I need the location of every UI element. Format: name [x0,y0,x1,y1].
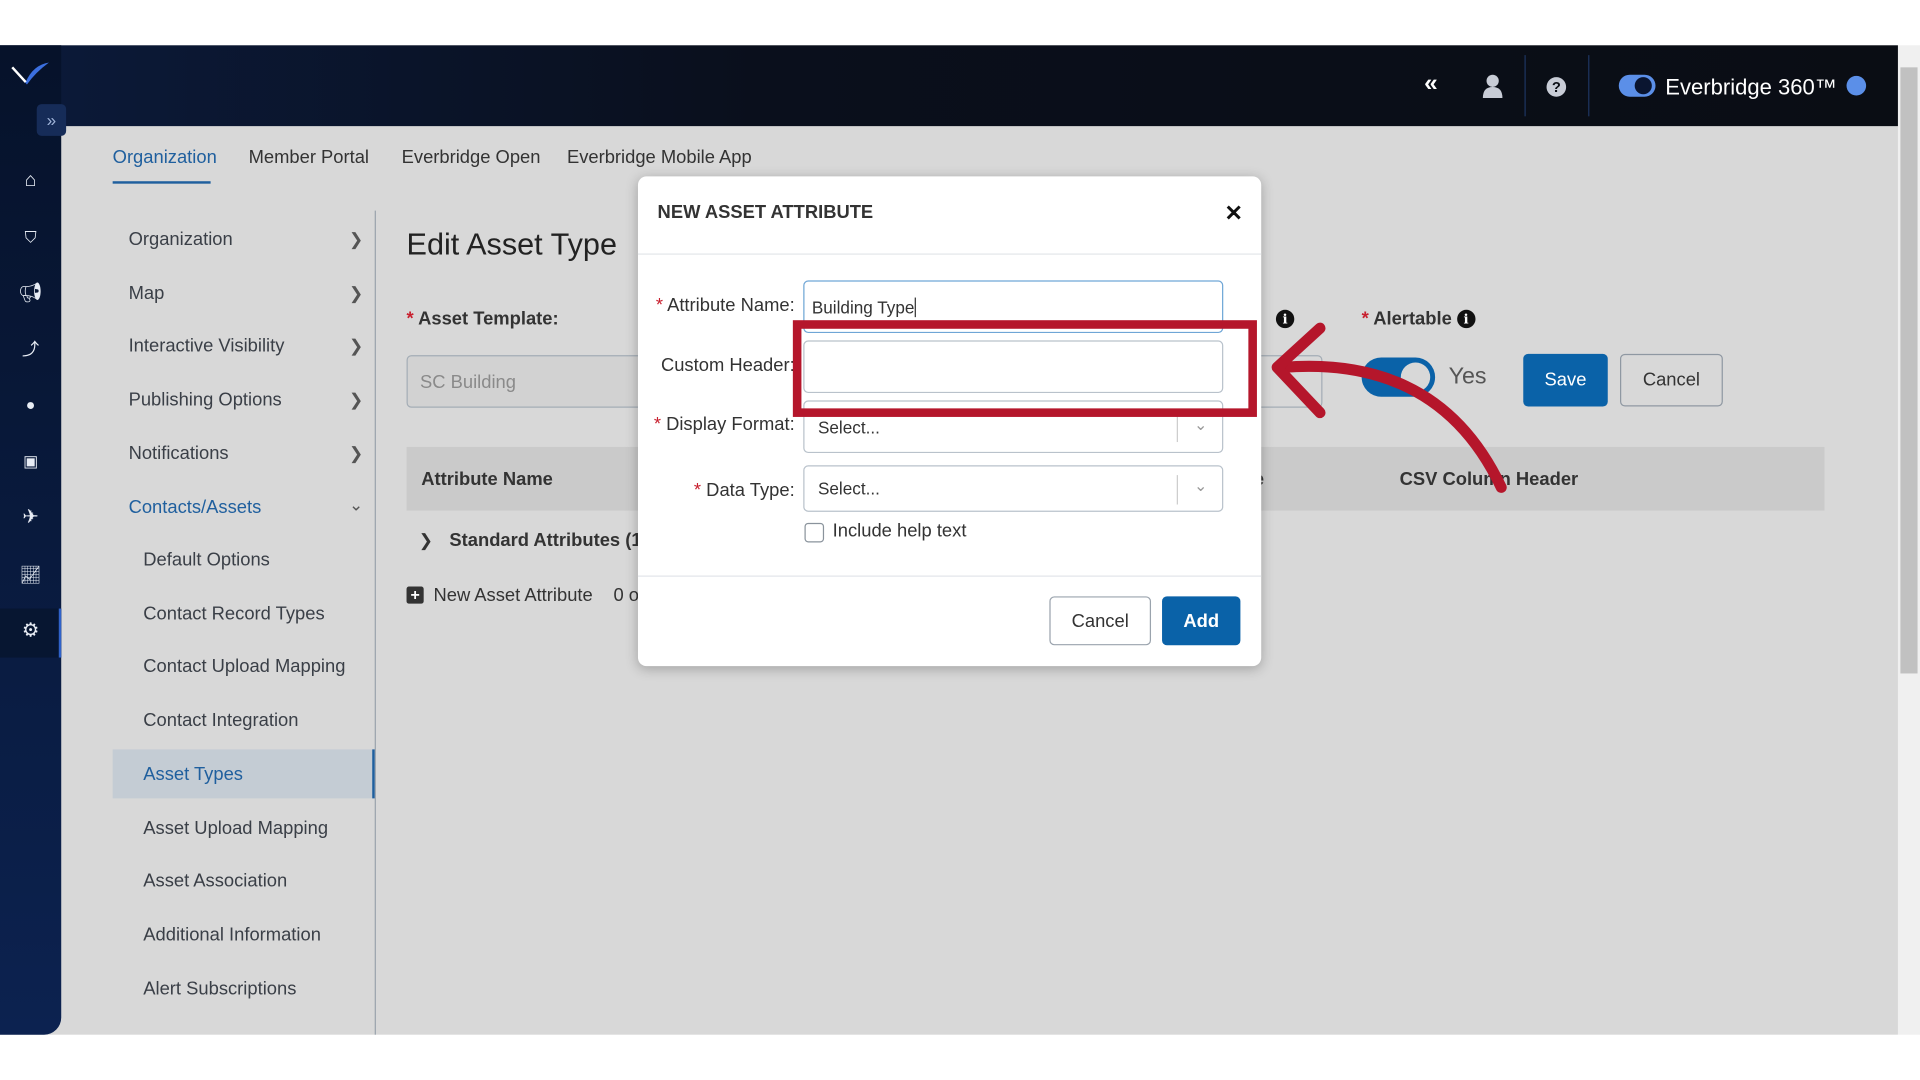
nav-additional-information[interactable]: Additional Information [143,924,321,945]
asset-template-label: Asset Template: [418,308,559,330]
nav-default-options[interactable]: Default Options [143,550,270,571]
standard-attributes-group[interactable]: Standard Attributes (16 [449,530,651,551]
chat-icon[interactable] [1846,75,1867,96]
data-type-label: Data Type: [706,480,795,501]
help-icon[interactable]: ? [1546,77,1567,97]
expand-icon[interactable]: ❯ [419,530,433,551]
map-icon[interactable]: ⛉ [16,225,45,249]
report-icon[interactable]: ▣ [16,449,45,473]
settings-icon[interactable]: ⚙ [16,620,45,644]
home-icon[interactable]: ⌂ [16,169,45,193]
everbridge-logo[interactable] [11,58,50,87]
new-asset-attribute-link[interactable]: New Asset Attribute [433,585,592,606]
col-csv-column-header: CSV Column Header [1399,468,1579,490]
asset-template-input[interactable]: SC Building [406,355,652,408]
nav-alert-subscriptions[interactable]: Alert Subscriptions [143,978,296,999]
save-button[interactable]: Save [1523,353,1608,407]
attribute-name-label: Attribute Name: [667,295,795,316]
display-format-label: Display Format: [666,413,795,435]
nav-map[interactable]: Map [129,283,165,304]
nav-contact-record-types[interactable]: Contact Record Types [143,604,324,625]
alertable-info-icon[interactable]: i [1456,309,1476,329]
alertable-toggle[interactable] [1361,357,1436,397]
help-text-label[interactable]: Include help text [833,520,967,541]
alertable-value: Yes [1448,363,1487,390]
nav-publishing-options[interactable]: Publishing Options [129,389,282,410]
plus-icon[interactable]: + [406,586,424,604]
display-format-value: Select... [817,416,880,437]
chevron-down-icon: ⌄ [1193,415,1208,434]
attribute-name-value: Building Type [811,296,915,317]
screen: « ? Everbridge 360™ » ⌂ ⛉ 📢︎ ⤴ ● ▣ ✈ 📈︎ … [0,0,1920,1080]
megaphone-icon[interactable]: 📢︎ [16,282,45,306]
data-type-value: Select... [817,478,880,499]
expand-sidebar-button[interactable]: » [36,104,67,136]
nav-contact-integration[interactable]: Contact Integration [143,710,298,731]
alertable-label: Alertable [1373,308,1452,330]
cancel-button[interactable]: Cancel [1620,353,1723,407]
custom-header-label: Custom Header: [660,355,795,376]
help-text-checkbox[interactable] [804,522,825,543]
info-icon[interactable]: i [1275,309,1295,329]
custom-header-input[interactable] [803,340,1224,394]
location-icon[interactable]: ● [16,393,45,417]
user-icon[interactable] [1482,73,1504,98]
modal-cancel-button[interactable]: Cancel [1049,596,1152,646]
nav-asset-association[interactable]: Asset Association [143,871,287,892]
attribute-name-input[interactable]: Building Type [803,280,1224,334]
nav-contacts-assets[interactable]: Contacts/Assets [129,497,262,518]
nav-asset-upload-mapping[interactable]: Asset Upload Mapping [143,818,328,839]
travel-icon[interactable]: ✈ [16,506,45,530]
brand-label: Everbridge 360™ [1665,74,1837,100]
chevron-down-icon: ⌄ [1193,476,1208,495]
page-title: Edit Asset Type [406,227,617,263]
count-text: 0 o [613,585,640,607]
new-asset-attribute-modal: NEW ASSET ATTRIBUTE ✕ * Attribute Name: … [637,176,1262,667]
top-header: « ? Everbridge 360™ [0,45,1898,127]
nav-notifications[interactable]: Notifications [129,443,229,464]
nav-interactive-visibility[interactable]: Interactive Visibility [129,336,285,357]
close-icon[interactable]: ✕ [1224,201,1242,227]
tab-everbridge-open[interactable]: Everbridge Open [402,147,541,168]
scrollbar-thumb[interactable] [1900,67,1918,674]
nav-asset-types[interactable]: Asset Types [143,764,243,785]
route-icon[interactable]: ⤴ [16,337,45,361]
display-format-select[interactable]: Select... ⌄ [803,400,1224,454]
sidebar: » ⌂ ⛉ 📢︎ ⤴ ● ▣ ✈ 📈︎ ⚙ [0,45,67,1035]
tab-organization[interactable]: Organization [113,147,217,168]
nav-organization[interactable]: Organization [129,229,233,250]
analytics-icon[interactable]: 📈︎ [16,562,45,586]
nav-contact-upload-mapping[interactable]: Contact Upload Mapping [143,656,345,677]
360-toggle[interactable] [1618,74,1656,97]
col-attribute-name: Attribute Name [421,468,553,490]
tab-member-portal[interactable]: Member Portal [249,147,369,168]
data-type-select[interactable]: Select... ⌄ [803,465,1224,512]
tab-mobile-app[interactable]: Everbridge Mobile App [567,147,752,168]
collapse-icon[interactable]: « [1424,70,1438,98]
modal-title: NEW ASSET ATTRIBUTE [657,202,874,223]
modal-add-button[interactable]: Add [1162,596,1241,646]
